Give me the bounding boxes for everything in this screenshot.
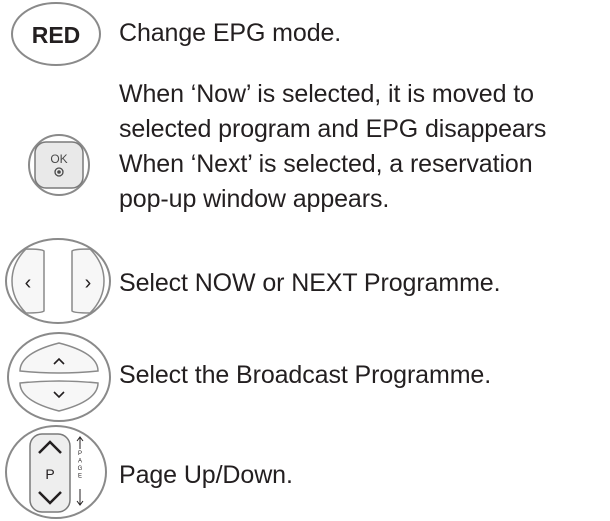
page-description: Page Up/Down. [119,461,293,489]
ok-button-description: When ‘Now’ is selected, it is moved to s… [119,80,547,213]
red-button-description: Change EPG mode. [119,19,342,47]
right-arrow-icon: › [85,272,92,294]
ok-button-icon: OK [26,132,92,198]
up-down-description: Select the Broadcast Programme. [119,361,492,389]
ok-button-label: OK [50,152,67,166]
page-side-label: PAGE [78,451,83,480]
page-button-label: P [45,466,54,482]
up-down-buttons-icon [4,331,114,423]
left-right-buttons-icon: ‹ › [2,237,114,325]
page-button-icon: P PAGE [2,424,110,521]
left-right-description: Select NOW or NEXT Programme. [119,269,501,297]
left-arrow-icon: ‹ [25,272,32,294]
red-button-label: RED [32,22,81,48]
red-button-icon: RED [6,0,106,70]
